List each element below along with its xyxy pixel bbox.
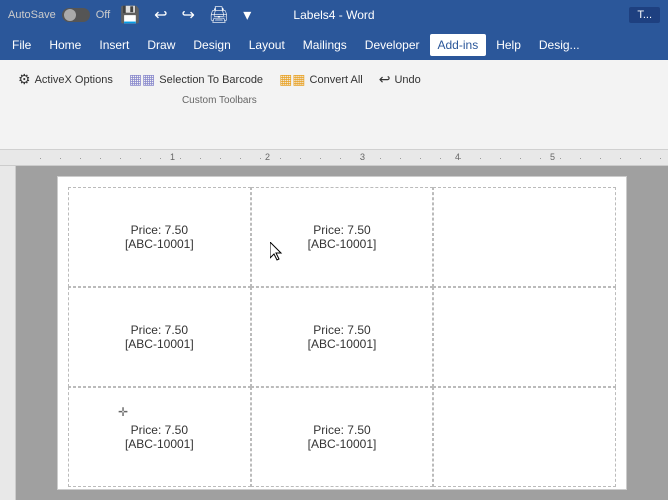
ruler-mark-5: 5 — [550, 152, 555, 162]
label-code-1-1: [ABC-10001] — [308, 337, 377, 351]
print-icon[interactable]: 🖨 — [205, 3, 233, 27]
label-price-2-1: Price: 7.50 — [313, 423, 370, 437]
label-price-0-1: Price: 7.50 — [313, 223, 370, 237]
menu-draw[interactable]: Draw — [139, 34, 183, 56]
menu-design[interactable]: Design — [185, 34, 238, 56]
ruler: 1 2 3 4 5 — [0, 150, 668, 166]
label-code-2-0: [ABC-10001] — [125, 437, 194, 451]
label-price-0-0: Price: 7.50 — [131, 223, 188, 237]
autosave-label: AutoSave — [8, 9, 56, 21]
convert-all-button[interactable]: ▦▦ Convert All — [273, 68, 369, 91]
label-cell-2-1: Price: 7.50 [ABC-10001] — [251, 387, 434, 487]
undo-icon[interactable]: ↩ — [150, 3, 171, 27]
selection-barcode-label: Selection To Barcode — [159, 74, 263, 86]
redo-icon[interactable]: ↪ — [178, 3, 199, 27]
barcode-icon: ▦▦ — [129, 71, 155, 88]
autosave-knob — [64, 9, 76, 21]
label-code-1-0: [ABC-10001] — [125, 337, 194, 351]
undo-ribbon-icon: ↩ — [379, 71, 391, 88]
label-cell-1-2 — [433, 287, 616, 387]
label-cell-1-1: Price: 7.50 [ABC-10001] — [251, 287, 434, 387]
ruler-ticks — [40, 158, 668, 159]
activex-icon: ⚙ — [18, 71, 31, 88]
side-ruler — [0, 166, 16, 500]
menu-developer[interactable]: Developer — [357, 34, 428, 56]
ribbon-buttons: ⚙ ActiveX Options ▦▦ Selection To Barcod… — [12, 68, 427, 91]
undo-button[interactable]: ↩ Undo — [373, 68, 427, 91]
ruler-mark-2: 2 — [265, 152, 270, 162]
autosave-state: Off — [96, 9, 110, 21]
title-bar: AutoSave Off 💾 ↩ ↪ 🖨 ▾ Labels4 - Word T.… — [0, 0, 668, 30]
menu-help[interactable]: Help — [488, 34, 529, 56]
activex-options-button[interactable]: ⚙ ActiveX Options — [12, 68, 119, 91]
label-code-2-1: [ABC-10001] — [308, 437, 377, 451]
menu-layout[interactable]: Layout — [241, 34, 293, 56]
undo-label: Undo — [394, 74, 420, 86]
window-title: Labels4 - Word — [293, 8, 374, 22]
menu-bar: File Home Insert Draw Design Layout Mail… — [0, 30, 668, 60]
ruler-mark-1: 1 — [170, 152, 175, 162]
label-code-0-0: [ABC-10001] — [125, 237, 194, 251]
convert-icon: ▦▦ — [279, 71, 305, 88]
label-cell-0-2 — [433, 187, 616, 287]
label-grid: Price: 7.50 [ABC-10001] Price: 7.50 [ABC… — [58, 177, 626, 497]
more-icon[interactable]: ▾ — [239, 3, 255, 27]
tab-label[interactable]: T... — [629, 7, 660, 23]
label-code-0-1: [ABC-10001] — [308, 237, 377, 251]
convert-all-label: Convert All — [310, 74, 363, 86]
label-cell-0-1: Price: 7.50 [ABC-10001] — [251, 187, 434, 287]
ribbon: ⚙ ActiveX Options ▦▦ Selection To Barcod… — [0, 60, 668, 150]
label-cell-0-0: Price: 7.50 [ABC-10001] — [68, 187, 251, 287]
group-label: Custom Toolbars — [182, 95, 257, 106]
page-container: ✛ Price: 7.50 [ABC-10001] Price: 7.50 [A… — [16, 166, 668, 500]
menu-addins[interactable]: Add-ins — [430, 34, 487, 56]
label-price-2-0: Price: 7.50 — [131, 423, 188, 437]
menu-insert[interactable]: Insert — [91, 34, 137, 56]
ribbon-content: ⚙ ActiveX Options ▦▦ Selection To Barcod… — [8, 64, 660, 110]
move-handle[interactable]: ✛ — [116, 405, 130, 419]
page: ✛ Price: 7.50 [ABC-10001] Price: 7.50 [A… — [57, 176, 627, 490]
ruler-mark-4: 4 — [455, 152, 460, 162]
label-cell-1-0: Price: 7.50 [ABC-10001] — [68, 287, 251, 387]
document-area: ✛ Price: 7.50 [ABC-10001] Price: 7.50 [A… — [0, 166, 668, 500]
label-cell-2-2 — [433, 387, 616, 487]
ribbon-group-addins: ⚙ ActiveX Options ▦▦ Selection To Barcod… — [8, 66, 435, 110]
autosave-toggle[interactable] — [62, 8, 90, 22]
menu-home[interactable]: Home — [41, 34, 89, 56]
title-bar-left: AutoSave Off 💾 ↩ ↪ 🖨 ▾ — [8, 3, 255, 27]
label-cell-2-0: Price: 7.50 [ABC-10001] — [68, 387, 251, 487]
menu-mailings[interactable]: Mailings — [295, 34, 355, 56]
label-price-1-1: Price: 7.50 — [313, 323, 370, 337]
activex-label: ActiveX Options — [35, 74, 113, 86]
selection-barcode-button[interactable]: ▦▦ Selection To Barcode — [123, 68, 269, 91]
ruler-mark-3: 3 — [360, 152, 365, 162]
label-price-1-0: Price: 7.50 — [131, 323, 188, 337]
title-bar-right: T... — [629, 7, 660, 23]
save-icon[interactable]: 💾 — [116, 3, 144, 27]
menu-desig2[interactable]: Desig... — [531, 34, 588, 56]
menu-file[interactable]: File — [4, 34, 39, 56]
